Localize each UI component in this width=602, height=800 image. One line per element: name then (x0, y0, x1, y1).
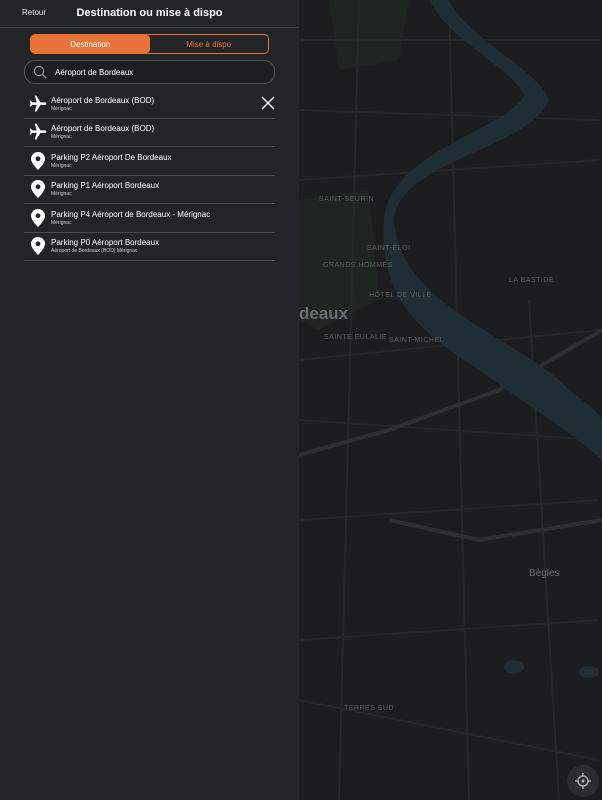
map-label-saint-seurin: Saint-Seurin (319, 196, 375, 203)
result-title: Parking P2 Aéroport De Bordeaux (51, 152, 172, 162)
result-subtitle: Mérignac (51, 134, 72, 141)
map-label-saint-michel: Saint-Michel (389, 337, 445, 344)
location-pin-icon (24, 204, 51, 231)
results-list: Aéroport de Bordeaux (BOD) Mérignac Aéro… (24, 90, 275, 261)
locate-button[interactable] (567, 765, 599, 797)
list-item[interactable]: Parking P1 Aéroport Bordeaux Mérignac (24, 176, 275, 204)
map-label-grands-hommes: Grands Hommes (323, 262, 393, 269)
map[interactable]: deaux Bègles Saint-Michel La Bastide Sai… (299, 0, 602, 800)
search-panel: Retour Destination ou mise à dispo Desti… (0, 0, 299, 800)
result-subtitle: Mérignac (51, 162, 72, 169)
location-pin-icon (24, 147, 51, 174)
search-icon (33, 65, 47, 79)
result-subtitle: Aéroport de Bordeaux (BOD) Mérignac (51, 248, 138, 255)
airplane-icon (24, 119, 51, 146)
list-item[interactable]: Aéroport de Bordeaux (BOD) Mérignac (24, 90, 275, 119)
result-subtitle: Mérignac (51, 105, 72, 112)
map-roads (299, 0, 602, 800)
header: Retour Destination ou mise à dispo (0, 0, 299, 28)
result-subtitle: Mérignac (51, 191, 72, 198)
list-item[interactable]: Parking P4 Aéroport de Bordeaux - Mérign… (24, 204, 275, 233)
location-pin-icon (24, 176, 51, 203)
result-title: Parking P0 Aéroport Bordeaux (51, 238, 160, 248)
map-label-saint-eloi: Saint-Éloi (367, 245, 411, 252)
airplane-icon (24, 90, 51, 117)
list-item[interactable]: Parking P2 Aéroport De Bordeaux Mérignac (24, 147, 275, 176)
close-icon (261, 96, 275, 110)
map-label-begles: Bègles (529, 568, 560, 579)
location-pin-icon (24, 233, 51, 260)
result-title: Parking P4 Aéroport de Bordeaux - Mérign… (51, 209, 211, 219)
clear-search-button[interactable] (261, 96, 275, 110)
segmented-control: Destination Mise à dispo (30, 34, 269, 54)
list-item[interactable]: Aéroport de Bordeaux (BOD) Mérignac (24, 119, 275, 147)
result-subtitle: Mérignac (51, 219, 72, 226)
map-label-sainte-eulalie: Sainte Eulalie (324, 334, 388, 341)
page-title: Destination ou mise à dispo (76, 7, 223, 19)
map-label-hotel-de-ville: Hôtel de Ville (369, 292, 432, 299)
tab-mise-a-dispo[interactable]: Mise à dispo (150, 35, 269, 53)
list-item[interactable]: Parking P0 Aéroport Bordeaux Aéroport de… (24, 233, 275, 261)
result-title: Parking P1 Aéroport Bordeaux (51, 181, 160, 191)
map-label-city: deaux (299, 304, 349, 323)
map-label-la-bastide: La Bastide (509, 277, 555, 284)
tab-destination[interactable]: Destination (31, 35, 150, 53)
result-title: Aéroport de Bordeaux (BOD) (51, 124, 155, 134)
result-title: Aéroport de Bordeaux (BOD) (51, 95, 155, 105)
map-label-terres-sud: Terres Sud (344, 705, 395, 712)
locate-icon (575, 773, 591, 789)
search-input[interactable]: Aéroport de Bordeaux (24, 60, 275, 84)
search-value: Aéroport de Bordeaux (55, 67, 134, 77)
